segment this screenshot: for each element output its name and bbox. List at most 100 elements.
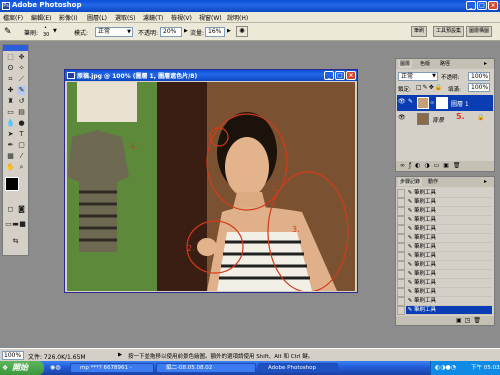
slice-icon[interactable]: ⟋ — [17, 75, 26, 84]
path-selection-icon[interactable]: ➤ — [6, 130, 15, 139]
menu-view[interactable]: 檢視(V) — [171, 13, 192, 22]
brush-size[interactable]: 30 — [43, 32, 49, 38]
layers-menu-icon[interactable]: ▸ — [484, 60, 487, 67]
history-item[interactable]: ✎ 筆刷工具 — [406, 261, 492, 270]
zoom-level[interactable]: 100% — [2, 351, 24, 360]
crop-icon[interactable]: ⌗ — [6, 75, 15, 84]
dodge-icon[interactable]: ● — [17, 119, 26, 128]
layer-name[interactable]: 圖層 1 — [451, 99, 469, 108]
history-state-toggle[interactable] — [397, 198, 405, 207]
menu-image[interactable]: 影像(I) — [59, 13, 77, 22]
layers-footer-icons[interactable]: ∞ƒ◐◑▭▣🗑 — [396, 161, 494, 171]
history-state-toggle[interactable] — [397, 261, 405, 270]
history-state-toggle[interactable] — [397, 270, 405, 279]
menu-window[interactable]: 視窗(W) — [199, 13, 222, 22]
hand-icon[interactable]: ✋ — [6, 163, 15, 172]
blur-icon[interactable]: 💧 — [6, 119, 15, 128]
status-arrow-icon[interactable]: ▶ — [118, 352, 122, 358]
layer-opacity-field[interactable]: 100% — [468, 72, 490, 81]
background-visibility-eye-icon[interactable]: 👁 — [398, 114, 406, 121]
healing-brush-icon[interactable]: ✚ — [6, 86, 15, 95]
history-item[interactable]: ✎ 筆刷工具 — [406, 288, 492, 297]
maximize-button[interactable]: □ — [477, 1, 487, 10]
layer-mask-thumbnail[interactable] — [436, 97, 448, 109]
clock[interactable]: 下午 05:03 — [471, 361, 500, 375]
history-item[interactable]: ✎ 筆刷工具 — [406, 306, 492, 315]
shape-icon[interactable]: ▢ — [17, 141, 26, 150]
brush-icon[interactable]: ✎ — [17, 86, 26, 95]
screen-mode-standard-icon[interactable]: ▭ — [5, 220, 12, 229]
flow-dropdown-icon[interactable]: ▶ — [227, 28, 231, 34]
pen-icon[interactable]: ✒ — [6, 141, 15, 150]
tab-brushes[interactable]: 筆刷 — [411, 26, 428, 37]
tray-icons[interactable]: ◐◑●◔ — [435, 361, 456, 375]
doc-close-button[interactable]: × — [346, 71, 356, 80]
standard-mode-icon[interactable]: ◻ — [6, 205, 15, 214]
zoom-icon[interactable]: ⌕ — [17, 163, 26, 172]
tab-layer-comps[interactable]: 圖層構圖 — [466, 26, 493, 37]
screen-mode-full-menu-icon[interactable]: ▬ — [12, 220, 19, 229]
blend-mode-select[interactable]: 正常 ▼ — [398, 72, 438, 81]
tab-history[interactable]: 步驟記錄 — [398, 178, 423, 186]
history-item[interactable]: ✎ 筆刷工具 — [406, 279, 492, 288]
magic-wand-icon[interactable]: ✧ — [17, 64, 26, 73]
history-item[interactable]: ✎ 筆刷工具 — [406, 270, 492, 279]
eraser-icon[interactable]: ▭ — [6, 108, 15, 117]
opacity-dropdown-icon[interactable]: ▶ — [184, 28, 188, 34]
history-item[interactable]: ✎ 筆刷工具 — [406, 234, 492, 243]
history-menu-icon[interactable]: ▸ — [484, 178, 487, 185]
history-footer-icons[interactable]: ▣◳🗑 — [396, 316, 494, 325]
history-item[interactable]: ✎ 筆刷工具 — [406, 189, 492, 198]
history-item[interactable]: ✎ 筆刷工具 — [406, 216, 492, 225]
menu-file[interactable]: 檔案(F) — [3, 13, 23, 22]
layer-row-background[interactable]: 👁 背景 🔒 — [397, 111, 493, 127]
opacity-field[interactable]: 20% — [160, 27, 182, 37]
menu-help[interactable]: 說明(H) — [227, 13, 248, 22]
brush-tool-icon[interactable]: ✎ — [4, 26, 18, 38]
history-item[interactable]: ✎ 筆刷工具 — [406, 225, 492, 234]
background-layer-name[interactable]: 背景 — [432, 115, 444, 124]
history-item[interactable]: ✎ 筆刷工具 — [406, 207, 492, 216]
task-button-2[interactable]: 編二-08.05.08.02 — [156, 363, 256, 373]
mode-select[interactable]: 正常 ▼ — [95, 27, 133, 37]
close-button[interactable]: × — [488, 1, 498, 10]
history-item[interactable]: ✎ 筆刷工具 — [406, 252, 492, 261]
tab-paths[interactable]: 路徑 — [438, 60, 452, 68]
quick-mask-icon[interactable]: ◙ — [17, 205, 26, 214]
doc-minimize-button[interactable]: _ — [324, 71, 334, 80]
history-state-toggle[interactable] — [397, 252, 405, 261]
move-icon[interactable]: ✥ — [17, 53, 26, 62]
flow-field[interactable]: 16% — [205, 27, 225, 37]
clone-stamp-icon[interactable]: ♜ — [6, 97, 15, 106]
history-brush-icon[interactable]: ↺ — [17, 97, 26, 106]
airbrush-icon[interactable]: ✺ — [236, 26, 248, 37]
quicklaunch-icons[interactable]: ◉◍ — [50, 364, 60, 371]
lasso-icon[interactable]: ʘ — [6, 64, 15, 73]
gradient-icon[interactable]: ▤ — [17, 108, 26, 117]
brush-preset-dot[interactable]: • — [44, 25, 47, 31]
document-size[interactable]: 文件: 726.0K/1.65M — [28, 352, 86, 361]
tab-actions[interactable]: 動作 — [426, 178, 440, 186]
history-state-toggle[interactable] — [397, 234, 405, 243]
history-state-toggle[interactable] — [397, 243, 405, 252]
history-state-toggle[interactable] — [397, 288, 405, 297]
history-state-toggle[interactable] — [397, 189, 405, 198]
jump-to-imageready-icon[interactable]: ⇆ — [11, 237, 20, 246]
history-state-toggle[interactable] — [397, 279, 405, 288]
layer-row-selected[interactable]: 👁 ✎ ∞ 圖層 1 — [397, 95, 493, 111]
history-state-toggle[interactable] — [397, 297, 405, 306]
layer-visibility-eye-icon[interactable]: 👁 — [398, 98, 406, 105]
history-state-toggle[interactable] — [397, 207, 405, 216]
foreground-color-swatch[interactable] — [5, 177, 19, 191]
history-state-toggle[interactable] — [397, 216, 405, 225]
tab-tool-presets[interactable]: 工具預設集 — [433, 26, 465, 37]
marquee-icon[interactable]: ⬚ — [6, 53, 15, 62]
screen-mode-full-icon[interactable]: ■ — [19, 220, 26, 229]
menu-filter[interactable]: 濾鏡(T) — [143, 13, 163, 22]
history-item[interactable]: ✎ 筆刷工具 — [406, 297, 492, 306]
history-state-toggle[interactable] — [397, 225, 405, 234]
brush-dropdown-icon[interactable]: ▼ — [53, 28, 57, 34]
history-item[interactable]: ✎ 筆刷工具 — [406, 243, 492, 252]
photo-canvas[interactable]: 1. 2. 3. 4. — [67, 82, 355, 291]
photo-image[interactable] — [67, 82, 355, 291]
